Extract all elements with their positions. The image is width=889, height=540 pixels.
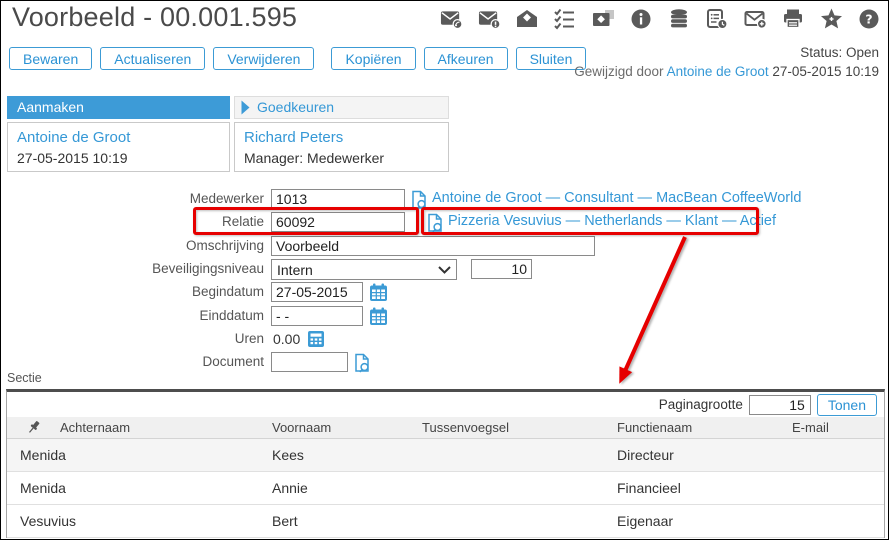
relatie-label: Relatie [1, 211, 264, 233]
modified-prefix: Gewijzigd door [574, 64, 663, 79]
cell-voornaam: Bert [272, 505, 298, 538]
workflow-detail: Manager: Medewerker [244, 150, 384, 166]
cell-functienaam: Eigenaar [617, 505, 673, 538]
medewerker-label: Medewerker [1, 188, 264, 210]
cell-functienaam: Financieel [617, 472, 681, 505]
help-icon[interactable]: ? [858, 8, 881, 30]
beveiligingsniveau-value: Intern [277, 262, 313, 278]
medewerker-link[interactable]: Antoine de Groot — Consultant — MacBean … [432, 190, 801, 206]
step-arrow-icon [241, 100, 250, 115]
col-header-achternaam[interactable]: Achternaam [60, 417, 130, 439]
einddatum-calendar-icon[interactable] [369, 307, 388, 326]
workflow-tab-aanmaken[interactable]: Aanmaken [7, 96, 230, 119]
status-text: Status: Open [574, 43, 879, 62]
uren-calculator-icon[interactable] [307, 330, 325, 348]
col-header-voornaam[interactable]: Voornaam [272, 417, 331, 439]
relatie-input[interactable] [271, 212, 405, 232]
database-icon[interactable] [668, 8, 691, 30]
relatie-link[interactable]: Pizzeria Vesuvius — Netherlands — Klant … [448, 213, 776, 229]
cell-voornaam: Kees [272, 439, 304, 472]
uren-label: Uren [1, 328, 264, 350]
delete-button[interactable]: Verwijderen [213, 47, 314, 70]
workflow-card-aanmaken: Antoine de Groot 27-05-2015 10:19 [7, 122, 230, 172]
col-header-email[interactable]: E-mail [792, 417, 829, 439]
beveiligingsniveau-label: Beveiligingsniveau [1, 258, 264, 280]
section-label: Sectie [7, 371, 42, 385]
workflow-card-goedkeuren: Richard Peters Manager: Medewerker [234, 122, 449, 172]
table-header-row: Achternaam Voornaam Tussenvoegsel Functi… [7, 417, 884, 439]
mail-notification-icon[interactable] [744, 8, 767, 30]
favorite-star-icon[interactable] [820, 8, 843, 30]
info-icon[interactable] [630, 8, 653, 30]
cell-achternaam: Menida [20, 472, 66, 505]
action-button-row: Bewaren Actualiseren Verwijderen Kopiëre… [9, 47, 586, 70]
workflow-person-link[interactable]: Richard Peters [244, 127, 439, 148]
message-alert-icon[interactable] [478, 8, 501, 30]
modified-line: Gewijzigd door Antoine de Groot 27-05-20… [574, 62, 879, 81]
page-size-label: Paginagrootte [659, 397, 743, 412]
contacts-grid: Paginagrootte Tonen Achternaam Voornaam … [6, 389, 885, 538]
begindatum-calendar-icon[interactable] [369, 283, 388, 302]
copy-button[interactable]: Kopiëren [331, 47, 415, 70]
reject-button[interactable]: Afkeuren [424, 47, 508, 70]
workflow-person-link[interactable]: Antoine de Groot [17, 127, 220, 148]
cell-voornaam: Annie [272, 472, 308, 505]
col-header-functienaam[interactable]: Functienaam [617, 417, 692, 439]
mail-open-icon[interactable] [516, 8, 539, 30]
niveau-number-input[interactable] [471, 259, 532, 279]
medewerker-lookup-icon[interactable] [410, 190, 429, 210]
show-button[interactable]: Tonen [817, 394, 877, 416]
page-size-input[interactable] [749, 395, 811, 415]
document-label: Document [1, 351, 264, 373]
workflow-detail: 27-05-2015 10:19 [17, 150, 128, 166]
pagination-row: Paginagrootte Tonen [7, 392, 884, 417]
col-header-tussenvoegsel[interactable]: Tussenvoegsel [422, 417, 509, 439]
chevron-down-icon [438, 266, 451, 274]
omschrijving-label: Omschrijving [1, 235, 264, 257]
refresh-button[interactable]: Actualiseren [100, 47, 205, 70]
cell-achternaam: Vesuvius [20, 505, 76, 538]
toolbar: ? [440, 8, 881, 30]
omschrijving-input[interactable] [271, 236, 595, 256]
table-row[interactable]: Menida Annie Financieel [7, 472, 884, 505]
table-row[interactable]: Menida Kees Directeur [7, 439, 884, 472]
save-button[interactable]: Bewaren [9, 47, 92, 70]
begindatum-label: Begindatum [1, 281, 264, 303]
cell-functienaam: Directeur [617, 439, 674, 472]
page-title: Voorbeeld - 00.001.595 [12, 2, 297, 33]
medewerker-input[interactable] [271, 189, 405, 209]
checklist-icon[interactable] [554, 8, 577, 30]
cell-achternaam: Menida [20, 439, 66, 472]
modified-date: 27-05-2015 10:19 [772, 64, 879, 79]
begindatum-input[interactable] [271, 282, 363, 302]
workflow-tab-goedkeuren[interactable]: Goedkeuren [234, 96, 449, 119]
report-log-icon[interactable] [706, 8, 729, 30]
relatie-lookup-icon[interactable] [426, 213, 445, 233]
table-row[interactable]: Vesuvius Bert Eigenaar [7, 505, 884, 538]
message-feed-icon[interactable] [440, 8, 463, 30]
einddatum-label: Einddatum [1, 305, 264, 327]
archive-mail-icon[interactable] [592, 8, 615, 30]
svg-text:?: ? [865, 12, 872, 27]
modified-by-link[interactable]: Antoine de Groot [667, 64, 769, 79]
workflow-step-aanmaken: Aanmaken Antoine de Groot 27-05-2015 10:… [7, 96, 230, 172]
workflow-task-window: Voorbeeld - 00.001.595 [0, 0, 889, 540]
workflow-tab-label: Aanmaken [17, 96, 84, 119]
workflow-step-goedkeuren: Goedkeuren Richard Peters Manager: Medew… [234, 96, 449, 172]
einddatum-input[interactable] [271, 306, 363, 326]
document-lookup-icon[interactable] [353, 353, 372, 373]
status-block: Status: Open Gewijzigd door Antoine de G… [574, 43, 879, 81]
beveiligingsniveau-select[interactable]: Intern [271, 259, 457, 280]
document-input[interactable] [271, 352, 348, 372]
print-icon[interactable] [782, 8, 805, 30]
uren-value: 0.00 [273, 328, 300, 350]
pin-icon[interactable] [27, 420, 41, 435]
workflow-tab-label: Goedkeuren [257, 96, 334, 119]
